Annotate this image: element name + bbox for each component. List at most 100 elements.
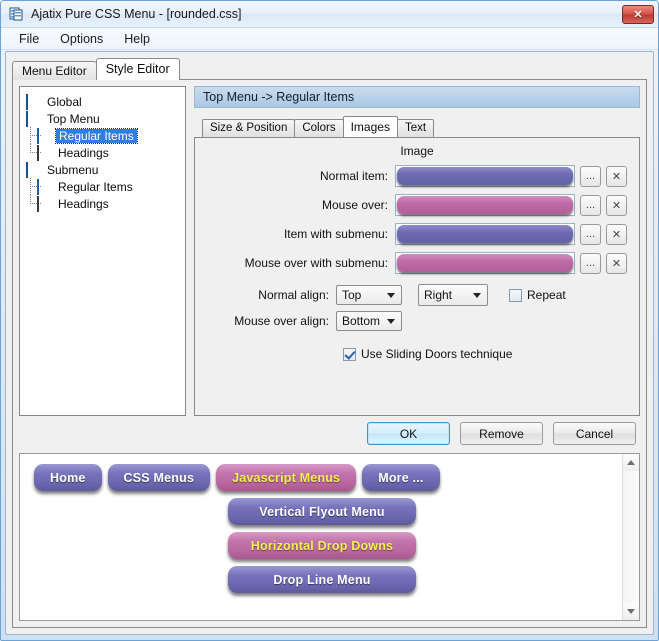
image-preview-item-with-submenu[interactable] (395, 223, 575, 245)
preview-button-css-menus[interactable]: CSS Menus (107, 464, 211, 491)
tree-node-top-menu[interactable]: Top Menu (24, 110, 181, 127)
mouse-over-align-row: Mouse over align: Bottom (195, 311, 639, 331)
close-icon[interactable]: ✕ (622, 5, 654, 24)
clear-button-item-with-submenu[interactable]: ✕ (606, 223, 627, 245)
blue-bar-icon (37, 178, 53, 195)
menu-item-file[interactable]: File (11, 30, 47, 48)
tab-style-editor[interactable]: Style Editor (95, 58, 180, 80)
image-row-item-with-submenu: Item with submenu: ... ✕ (195, 223, 639, 245)
side-align-value: Right (424, 288, 453, 302)
gray-bar-icon (37, 195, 53, 212)
image-preview-normal-item[interactable] (395, 165, 575, 187)
tree-node-label: Submenu (47, 162, 99, 177)
image-row-mouse-over-with-submenu: Mouse over with submenu: ... ✕ (195, 252, 639, 274)
remove-button[interactable]: Remove (460, 422, 543, 445)
preview-button-drop-line-menu[interactable]: Drop Line Menu (228, 566, 416, 593)
tree-node-label: Headings (58, 196, 109, 211)
preview-row-horizontal-drop-downs: Horizontal Drop Downs (34, 532, 622, 559)
images-tab-page: Image Normal item: ... ✕ Mouse over: ...… (194, 137, 640, 416)
browse-button-item-with-submenu[interactable]: ... (580, 223, 601, 245)
settings-panel: Top Menu -> Regular Items Size & Positio… (194, 86, 640, 416)
chevron-down-icon (473, 293, 481, 298)
preview-button-more[interactable]: More ... (362, 464, 440, 491)
app-window: Ajatix Pure CSS Menu - [rounded.css] ✕ F… (0, 0, 659, 641)
tab-colors[interactable]: Colors (294, 119, 344, 137)
tab-text[interactable]: Text (396, 119, 435, 137)
preview-vertical-scrollbar[interactable] (622, 454, 639, 620)
scroll-down-icon[interactable] (623, 603, 639, 620)
mouse-over-align-value: Bottom (342, 314, 381, 328)
tree-node-sub-headings[interactable]: Headings (24, 195, 181, 212)
image-group-title: Image (400, 144, 434, 158)
tree-node-label: Headings (58, 145, 109, 160)
mouse-over-align-select[interactable]: Bottom (336, 311, 402, 331)
preview-row-top: Home CSS Menus Javascript Menus More ... (34, 464, 622, 491)
chevron-down-icon (387, 319, 395, 324)
sliding-doors-checkbox[interactable]: Use Sliding Doors technique (343, 347, 512, 361)
browse-button-mouse-over[interactable]: ... (580, 194, 601, 216)
repeat-checkbox[interactable]: Repeat (509, 288, 566, 302)
side-align-select[interactable]: Right (418, 284, 488, 306)
main-tabstrip: Menu Editor Style Editor (12, 58, 653, 80)
menu-preview-pane: Home CSS Menus Javascript Menus More ...… (19, 453, 640, 621)
submenu-icon (26, 161, 42, 178)
blue-bar-icon (37, 127, 53, 144)
app-stack-icon (8, 6, 24, 22)
style-editor-page: Global Top Menu Regular Items Headings S… (12, 79, 647, 628)
field-label: Mouse over align: (234, 314, 329, 328)
menu-bar: File Options Help (1, 28, 658, 50)
field-label: Normal item: (319, 169, 388, 183)
sliding-doors-label: Use Sliding Doors technique (361, 347, 513, 361)
browse-button-normal-item[interactable]: ... (580, 165, 601, 187)
menu-item-options[interactable]: Options (52, 30, 111, 48)
dialog-button-row: OK Remove Cancel (367, 422, 636, 445)
ok-button[interactable]: OK (367, 422, 450, 445)
clear-button-mouse-over[interactable]: ✕ (606, 194, 627, 216)
tree-node-global[interactable]: Global (24, 93, 181, 110)
client-area: Menu Editor Style Editor Global Top Menu (5, 51, 654, 635)
tree-node-label: Global (47, 94, 82, 109)
preview-button-home[interactable]: Home (34, 464, 102, 491)
window-title: Ajatix Pure CSS Menu - [rounded.css] (31, 7, 242, 21)
tab-size-position[interactable]: Size & Position (202, 119, 296, 137)
style-tree[interactable]: Global Top Menu Regular Items Headings S… (19, 86, 186, 416)
editor-region: Global Top Menu Regular Items Headings S… (19, 86, 640, 416)
settings-header: Top Menu -> Regular Items (194, 86, 640, 108)
preview-row-vertical-flyout: Vertical Flyout Menu (34, 498, 622, 525)
preview-button-javascript-menus[interactable]: Javascript Menus (216, 464, 357, 491)
tree-node-top-regular-items[interactable]: Regular Items (24, 127, 181, 144)
gray-bar-icon (37, 144, 53, 161)
tree-node-top-headings[interactable]: Headings (24, 144, 181, 161)
title-bar: Ajatix Pure CSS Menu - [rounded.css] ✕ (1, 1, 658, 28)
stack-icon (26, 93, 42, 110)
clear-button-mouse-over-with-submenu[interactable]: ✕ (606, 252, 627, 274)
tree-node-sub-regular-items[interactable]: Regular Items (24, 178, 181, 195)
preview-button-vertical-flyout-menu[interactable]: Vertical Flyout Menu (228, 498, 416, 525)
field-label: Mouse over with submenu: (244, 256, 388, 270)
browse-button-mouse-over-with-submenu[interactable]: ... (580, 252, 601, 274)
image-preview-mouse-over-with-submenu[interactable] (395, 252, 575, 274)
list-icon (26, 110, 42, 127)
scroll-up-icon[interactable] (623, 454, 639, 471)
image-preview-mouse-over[interactable] (395, 194, 575, 216)
image-row-mouse-over: Mouse over: ... ✕ (195, 194, 639, 216)
preview-content: Home CSS Menus Javascript Menus More ...… (20, 454, 622, 620)
checkbox-box (509, 288, 522, 302)
clear-button-normal-item[interactable]: ✕ (606, 165, 627, 187)
normal-align-select[interactable]: Top (336, 285, 402, 305)
tab-images[interactable]: Images (342, 116, 398, 137)
preview-button-horizontal-drop-downs[interactable]: Horizontal Drop Downs (228, 532, 416, 559)
preview-row-drop-line: Drop Line Menu (34, 566, 622, 593)
normal-align-value: Top (342, 288, 362, 302)
settings-tabstrip: Size & Position Colors Images Text (202, 116, 640, 137)
menu-item-help[interactable]: Help (116, 30, 158, 48)
normal-align-row: Normal align: Top Right Repeat (195, 284, 639, 306)
chevron-down-icon (387, 293, 395, 298)
cancel-button[interactable]: Cancel (553, 422, 636, 445)
tree-node-submenu[interactable]: Submenu (24, 161, 181, 178)
image-row-normal-item: Normal item: ... ✕ (195, 165, 639, 187)
checkbox-box (343, 347, 356, 361)
tree-node-label: Regular Items (58, 179, 133, 194)
tab-menu-editor[interactable]: Menu Editor (12, 61, 97, 80)
field-label: Mouse over: (321, 198, 388, 212)
